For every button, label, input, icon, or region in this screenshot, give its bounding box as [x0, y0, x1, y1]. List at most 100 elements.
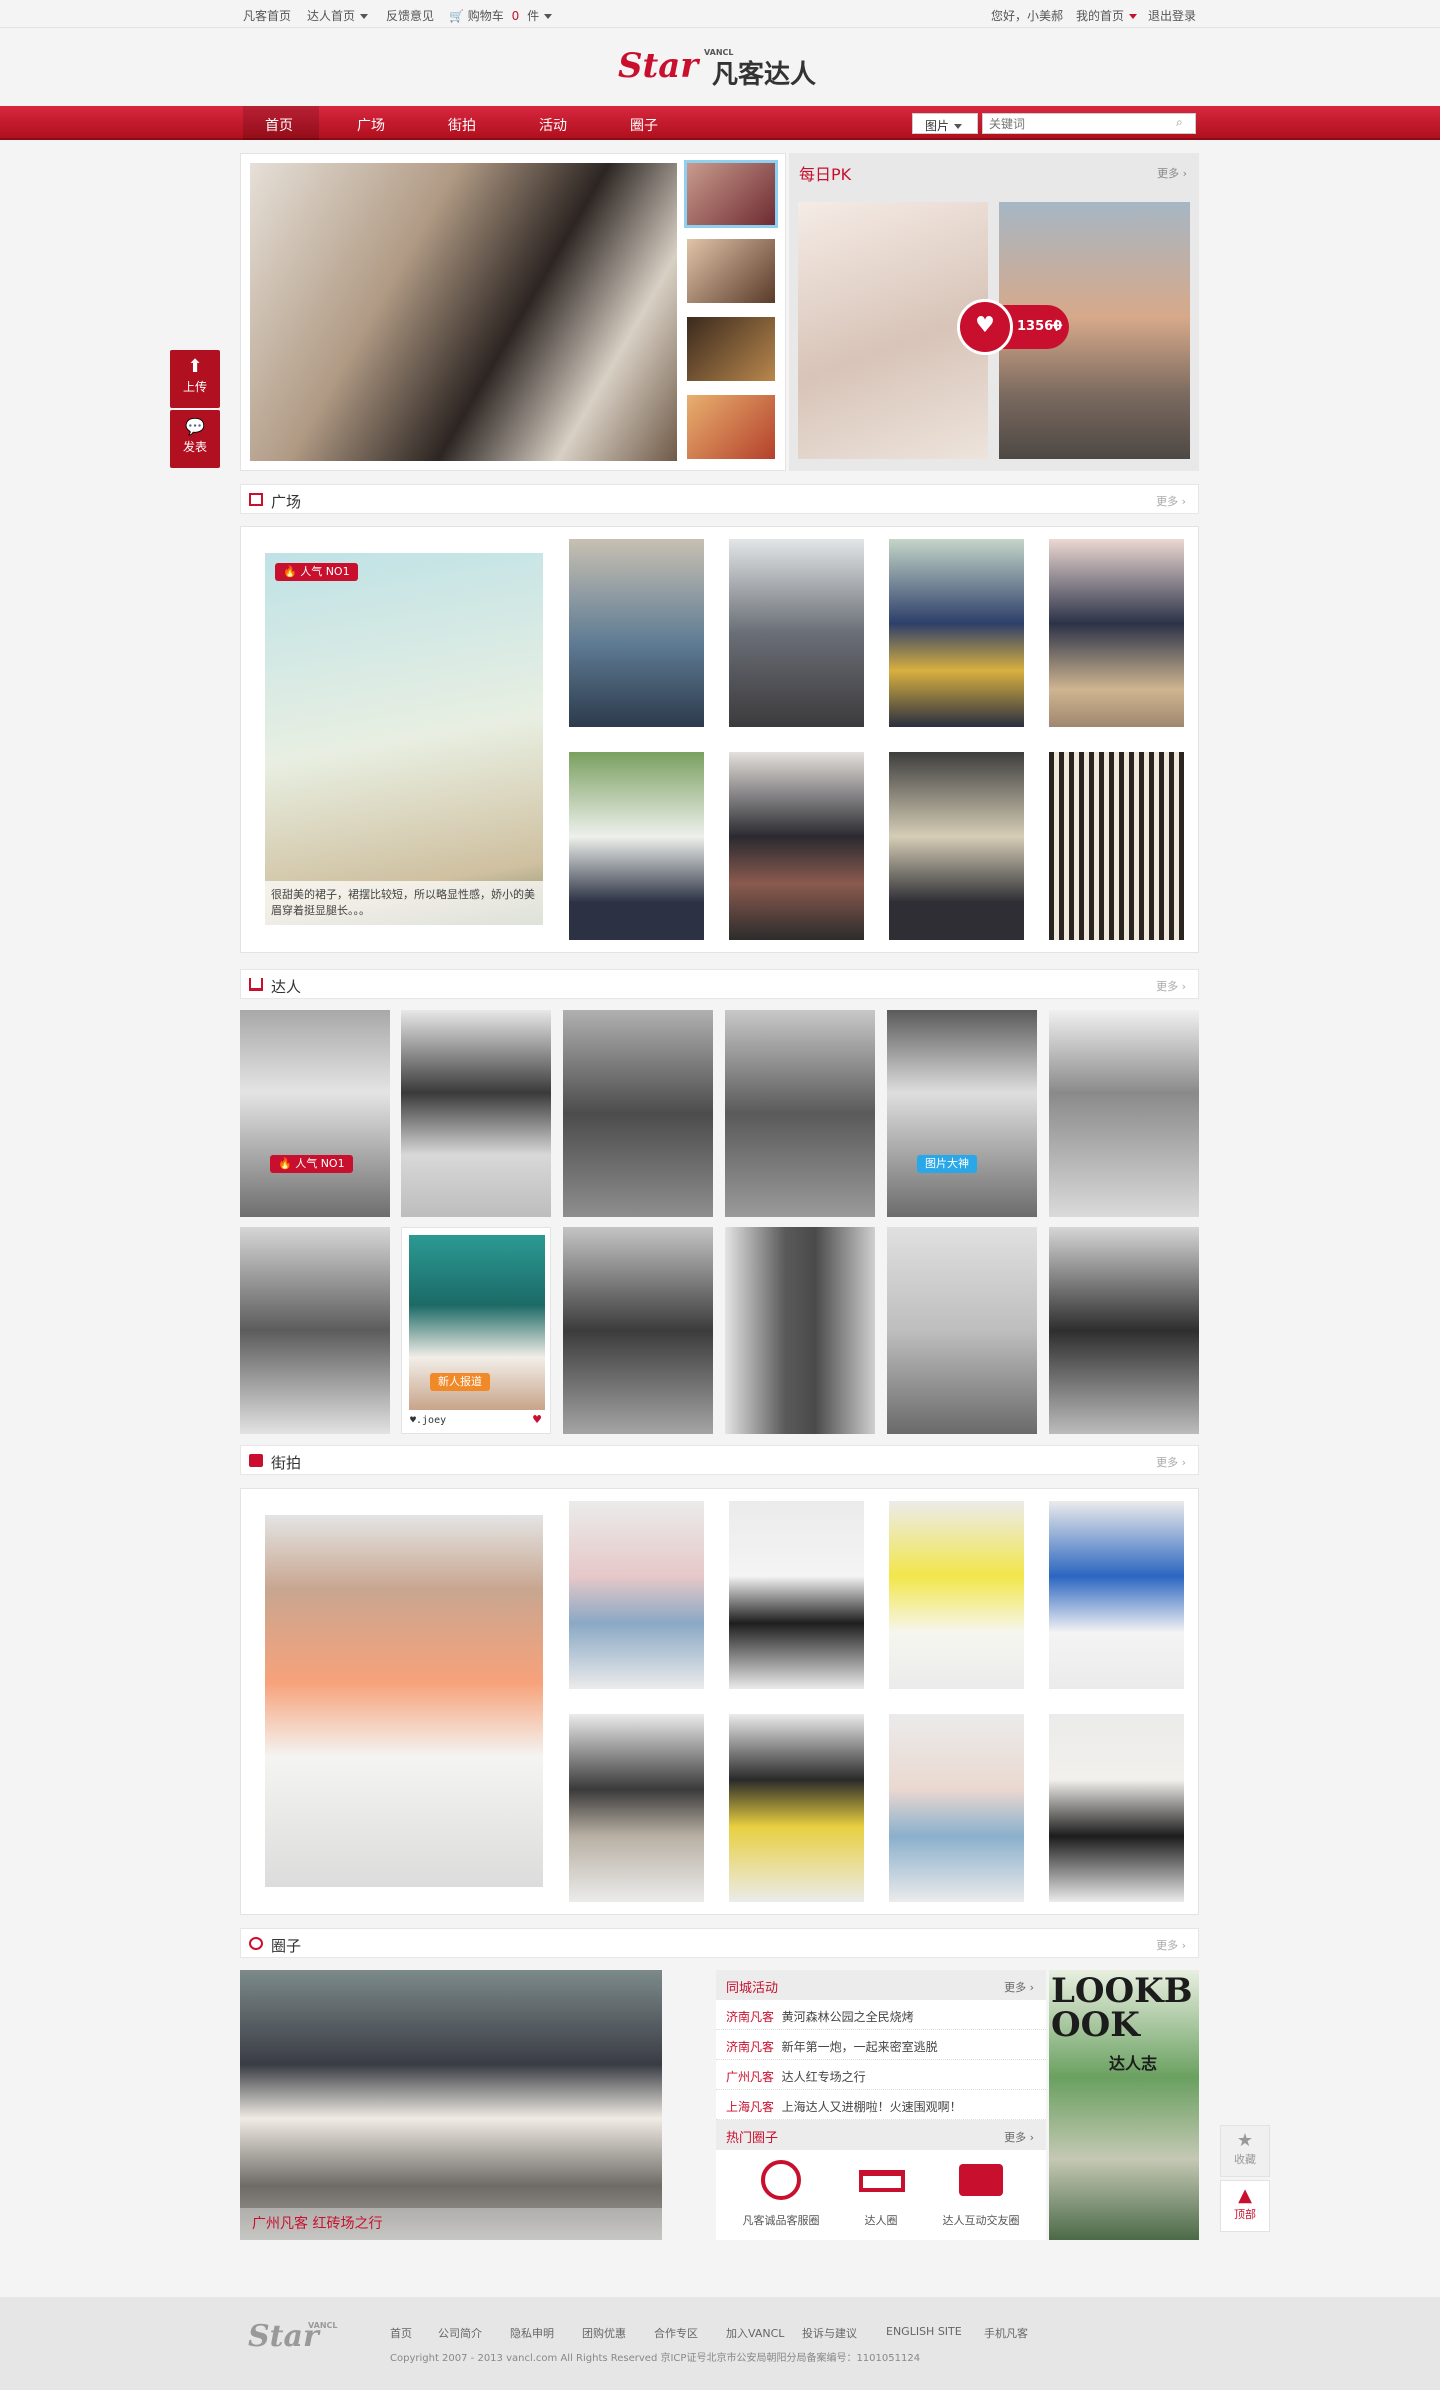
- circle-section-header: 圈子 更多 ›: [240, 1928, 1199, 1958]
- back-to-top-button[interactable]: ▲ 顶部: [1220, 2180, 1270, 2232]
- circle-event-photo[interactable]: 广州凡客 红砖场之行: [240, 1970, 662, 2240]
- popular-badge: 🔥 人气 NO1: [275, 563, 358, 581]
- street-section-header: 街拍 更多 ›: [240, 1445, 1199, 1475]
- plus-icon: +: [1049, 315, 1065, 336]
- heart-icon: ♥: [957, 299, 1013, 355]
- square-photo[interactable]: [1049, 752, 1184, 940]
- search-icon[interactable]: ⌕: [1176, 115, 1183, 130]
- expert-card[interactable]: [563, 1010, 713, 1217]
- expert-card[interactable]: 🔥 人气 NO1: [240, 1010, 390, 1217]
- expert-card[interactable]: [1049, 1010, 1199, 1217]
- street-photo[interactable]: [569, 1501, 704, 1689]
- footer-link[interactable]: 隐私申明: [510, 2325, 554, 2341]
- street-featured-image[interactable]: [265, 1515, 543, 1887]
- pk-more-link[interactable]: 更多 ›: [1157, 165, 1187, 181]
- square-more-link[interactable]: 更多 ›: [1156, 493, 1186, 509]
- footer-link[interactable]: 公司简介: [438, 2325, 482, 2341]
- street-more-link[interactable]: 更多 ›: [1156, 1454, 1186, 1470]
- chat-icon: [959, 2164, 1003, 2196]
- square-featured-image[interactable]: 🔥 人气 NO1 很甜美的裙子，裙摆比较短，所以略显性感，娇小的美眉穿着挺显腿长…: [265, 553, 543, 925]
- square-photo[interactable]: [569, 752, 704, 940]
- hero-thumb[interactable]: [687, 239, 775, 303]
- expert-card[interactable]: [725, 1227, 875, 1434]
- expert-card[interactable]: 图片大神: [887, 1010, 1037, 1217]
- nav-events[interactable]: 活动: [539, 115, 567, 135]
- upload-arrow-icon: ⬆: [187, 356, 203, 377]
- speech-bubble-icon: 💬: [185, 417, 205, 436]
- cart-icon: 🛒: [449, 9, 464, 23]
- square-photo[interactable]: [729, 752, 864, 940]
- square-photo[interactable]: [729, 539, 864, 727]
- post-button[interactable]: 💬 发表: [170, 410, 220, 468]
- new-user-badge: 新人报道: [430, 1373, 490, 1391]
- footer-link[interactable]: 投诉与建议: [802, 2325, 857, 2341]
- favorite-button[interactable]: ★ 收藏: [1220, 2125, 1270, 2177]
- footer-link[interactable]: 合作专区: [654, 2325, 698, 2341]
- street-photo[interactable]: [889, 1714, 1024, 1902]
- experts-more-link[interactable]: 更多 ›: [1156, 978, 1186, 994]
- nav-square[interactable]: 广场: [357, 115, 385, 135]
- circle-more-link[interactable]: 更多 ›: [1156, 1937, 1186, 1953]
- magazine-cover[interactable]: LOOKBOOK 达人志: [1049, 1970, 1199, 2240]
- search-input[interactable]: [982, 113, 1196, 134]
- site-logo[interactable]: Star VANCL 凡客达人: [618, 46, 828, 90]
- chevron-down-icon: [954, 124, 963, 129]
- magazine-subtitle: 达人志: [1109, 2054, 1158, 2073]
- expert-card-new[interactable]: 新人报道 ♥.joey ♥: [401, 1227, 551, 1434]
- square-photo[interactable]: [889, 539, 1024, 727]
- square-photo[interactable]: [1049, 539, 1184, 727]
- upload-button[interactable]: ⬆ 上传: [170, 350, 220, 408]
- hero-thumb[interactable]: [687, 395, 775, 459]
- expert-card[interactable]: [563, 1227, 713, 1434]
- nav-street[interactable]: 街拍: [448, 115, 476, 135]
- event-item[interactable]: 济南凡客 黄河森林公园之全民烧烤: [716, 2000, 1046, 2030]
- footer-link[interactable]: 手机凡客: [984, 2325, 1028, 2341]
- hero-thumb[interactable]: [684, 160, 778, 228]
- star-icon: ★: [1236, 2130, 1254, 2151]
- feedback-link[interactable]: 反馈意见: [386, 7, 434, 24]
- circle-title: 圈子: [271, 1937, 302, 1955]
- popular-badge: 🔥 人气 NO1: [270, 1155, 353, 1173]
- street-photo[interactable]: [729, 1714, 864, 1902]
- expert-card[interactable]: [887, 1227, 1037, 1434]
- hot-more-link[interactable]: 更多 ›: [1004, 2129, 1034, 2145]
- events-more-link[interactable]: 更多 ›: [1004, 1979, 1034, 1995]
- hot-circle-item[interactable]: 达人互动交友圈: [921, 2160, 1041, 2235]
- footer-link[interactable]: 加入VANCL: [726, 2325, 784, 2341]
- headset-icon: [761, 2160, 801, 2200]
- circle-icon: [249, 1937, 263, 1950]
- street-photo[interactable]: [889, 1501, 1024, 1689]
- nav-home[interactable]: 首页: [265, 115, 293, 135]
- square-panel: 🔥 人气 NO1 很甜美的裙子，裙摆比较短，所以略显性感，娇小的美眉穿着挺显腿长…: [240, 526, 1199, 953]
- footer-link[interactable]: 团购优惠: [582, 2325, 626, 2341]
- street-photo[interactable]: [1049, 1714, 1184, 1902]
- top-utility-bar: 凡客首页 达人首页 反馈意见 🛒 购物车 0 件 您好，小美郝 我的首页 退出登…: [0, 0, 1440, 28]
- footer-link[interactable]: ENGLISH SITE: [886, 2325, 962, 2338]
- nav-circle[interactable]: 圈子: [630, 115, 658, 135]
- greeting: 您好，小美郝: [991, 9, 1064, 23]
- expert-card[interactable]: [401, 1010, 551, 1217]
- event-item[interactable]: 济南凡客 新年第一炮，一起来密室逃脱: [716, 2030, 1046, 2060]
- footer-link[interactable]: 首页: [390, 2325, 412, 2341]
- heart-icon[interactable]: ♥: [532, 1413, 542, 1426]
- square-photo[interactable]: [569, 539, 704, 727]
- cart-menu[interactable]: 🛒 购物车 0 件: [449, 7, 553, 24]
- hero-thumb[interactable]: [687, 317, 775, 381]
- expert-card[interactable]: [725, 1010, 875, 1217]
- star-home-menu[interactable]: 达人首页: [307, 7, 369, 24]
- event-item[interactable]: 广州凡客 达人红专场之行: [716, 2060, 1046, 2090]
- pk-vote-button[interactable]: ♥ 13560 +: [957, 299, 1069, 355]
- search-type-select[interactable]: 图片: [912, 113, 978, 134]
- square-photo[interactable]: [889, 752, 1024, 940]
- event-item[interactable]: 上海凡客 上海达人又进棚啦！火速围观啊！: [716, 2090, 1046, 2120]
- street-photo[interactable]: [569, 1714, 704, 1902]
- street-photo[interactable]: [1049, 1501, 1184, 1689]
- vancl-home-link[interactable]: 凡客首页: [243, 7, 291, 24]
- logout-link[interactable]: 退出登录: [1148, 7, 1196, 24]
- street-photo[interactable]: [729, 1501, 864, 1689]
- expert-card[interactable]: [1049, 1227, 1199, 1434]
- hero-main-image[interactable]: [250, 163, 677, 461]
- my-home-menu[interactable]: 我的首页: [1076, 7, 1138, 24]
- events-header: 同城活动 更多 ›: [716, 1970, 1046, 2000]
- expert-card[interactable]: [240, 1227, 390, 1434]
